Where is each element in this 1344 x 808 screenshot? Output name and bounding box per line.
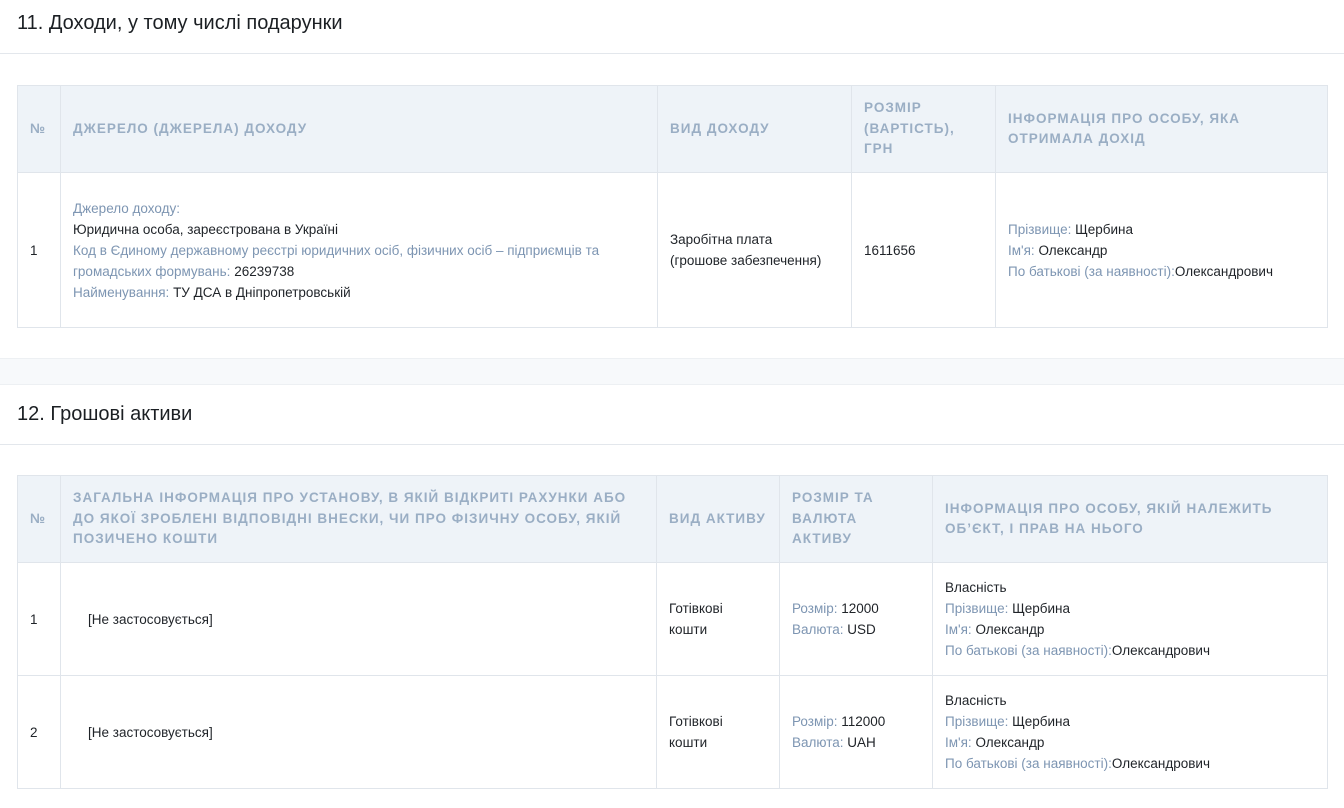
- header-owner-info: ІНФОРМАЦІЯ ПРО ОСОБУ, ЯКІЙ НАЛЕЖИТЬ ОБ’Є…: [932, 475, 1328, 563]
- row-number: 1: [17, 172, 61, 328]
- currency-label: Валюта:: [792, 735, 844, 750]
- section-12-title: 12. Грошові активи: [0, 385, 1344, 445]
- row-number: 1: [17, 562, 61, 676]
- income-type-cell: Заробітна плата (грошове забезпечення): [657, 172, 852, 328]
- header-num: №: [17, 475, 61, 563]
- surname-value: Щербина: [1075, 221, 1134, 237]
- currency-value: USD: [847, 622, 876, 637]
- patronymic-value: Олександрович: [1111, 643, 1210, 658]
- source-value: Юридична особа, зареєстрована в Україні: [73, 221, 339, 237]
- institution-cell: [Не застосовується]: [60, 562, 657, 676]
- firstname-value: Олександр: [975, 622, 1045, 637]
- not-applicable-text: [Не застосовується]: [88, 611, 213, 627]
- surname-value: Щербина: [1012, 601, 1071, 616]
- recipient-info-cell: Прізвище: Щербина Ім'я: Олександр По бат…: [995, 172, 1328, 328]
- asset-type-cell: Готівкові кошти: [656, 675, 780, 789]
- code-value: 26239738: [234, 263, 295, 279]
- header-institution-info: ЗАГАЛЬНА ІНФОРМАЦІЯ ПРО УСТАНОВУ, В ЯКІЙ…: [60, 475, 657, 563]
- code-label: Код в Єдиному державному реєстрі юридичн…: [73, 242, 600, 279]
- section-separator: [0, 358, 1344, 385]
- patronymic-value: Олександрович: [1174, 263, 1273, 279]
- source-label: Джерело доходу:: [73, 200, 180, 216]
- income-table: № ДЖЕРЕЛО (ДЖЕРЕЛА) ДОХОДУ ВИД ДОХОДУ РО…: [17, 85, 1328, 328]
- income-type-line1: Заробітна плата: [670, 232, 773, 247]
- ownership-type: Власність: [945, 693, 1007, 708]
- surname-value: Щербина: [1012, 714, 1071, 729]
- institution-cell: [Не застосовується]: [60, 675, 657, 789]
- firstname-value: Олександр: [975, 735, 1045, 750]
- firstname-label: Ім'я:: [945, 622, 972, 637]
- header-income-source: ДЖЕРЕЛО (ДЖЕРЕЛА) ДОХОДУ: [60, 85, 658, 173]
- name-value: ТУ ДСА в Дніпропетровській: [173, 284, 351, 300]
- size-label: Розмір:: [792, 714, 838, 729]
- patronymic-label: По батькові (за наявності):: [1008, 263, 1175, 279]
- header-income-type: ВИД ДОХОДУ: [657, 85, 852, 173]
- header-income-amount: РОЗМІР (ВАРТІСТЬ), ГРН: [851, 85, 996, 173]
- surname-label: Прізвище:: [945, 714, 1009, 729]
- owner-info-cell: Власність Прізвище: Щербина Ім'я: Олекса…: [932, 675, 1328, 789]
- firstname-label: Ім'я:: [1008, 242, 1035, 258]
- surname-label: Прізвище:: [1008, 221, 1072, 237]
- header-num: №: [17, 85, 61, 173]
- surname-label: Прізвище:: [945, 601, 1009, 616]
- asset-type-line2: кошти: [669, 735, 708, 750]
- size-value: 12000: [841, 601, 879, 616]
- asset-type-cell: Готівкові кошти: [656, 562, 780, 676]
- size-value: 112000: [841, 714, 886, 729]
- not-applicable-text: [Не застосовується]: [88, 724, 213, 740]
- monetary-assets-table: № ЗАГАЛЬНА ІНФОРМАЦІЯ ПРО УСТАНОВУ, В ЯК…: [17, 475, 1328, 789]
- asset-type-line1: Готівкові: [669, 601, 723, 616]
- ownership-type: Власність: [945, 580, 1007, 595]
- income-type-line2: (грошове забезпечення): [670, 253, 822, 268]
- patronymic-label: По батькові (за наявності):: [945, 756, 1112, 771]
- currency-label: Валюта:: [792, 622, 844, 637]
- table-row: 2 [Не застосовується] Готівкові кошти Ро…: [17, 675, 1328, 789]
- size-label: Розмір:: [792, 601, 838, 616]
- income-source-cell: Джерело доходу: Юридична особа, зареєстр…: [60, 172, 658, 328]
- header-asset-type: ВИД АКТИВУ: [656, 475, 780, 563]
- asset-type-line1: Готівкові: [669, 714, 723, 729]
- firstname-value: Олександр: [1038, 242, 1108, 258]
- table-row: 1 [Не застосовується] Готівкові кошти Ро…: [17, 562, 1328, 676]
- income-amount-cell: 1611656: [851, 172, 996, 328]
- owner-info-cell: Власність Прізвище: Щербина Ім'я: Олекса…: [932, 562, 1328, 676]
- currency-value: UAH: [847, 735, 876, 750]
- asset-amount-cell: Розмір: 12000 Валюта: USD: [779, 562, 933, 676]
- table-row: 1 Джерело доходу: Юридична особа, зареєс…: [17, 172, 1328, 328]
- patronymic-value: Олександрович: [1111, 756, 1210, 771]
- asset-type-line2: кошти: [669, 622, 708, 637]
- header-recipient-info: ІНФОРМАЦІЯ ПРО ОСОБУ, ЯКА ОТРИМАЛА ДОХІД: [995, 85, 1328, 173]
- asset-amount-cell: Розмір: 112000 Валюта: UAH: [779, 675, 933, 789]
- firstname-label: Ім'я:: [945, 735, 972, 750]
- name-label: Найменування:: [73, 284, 170, 300]
- row-number: 2: [17, 675, 61, 789]
- section-11-title: 11. Доходи, у тому числі подарунки: [0, 0, 1344, 54]
- patronymic-label: По батькові (за наявності):: [945, 643, 1112, 658]
- header-asset-amount: РОЗМІР ТА ВАЛЮТА АКТИВУ: [779, 475, 933, 563]
